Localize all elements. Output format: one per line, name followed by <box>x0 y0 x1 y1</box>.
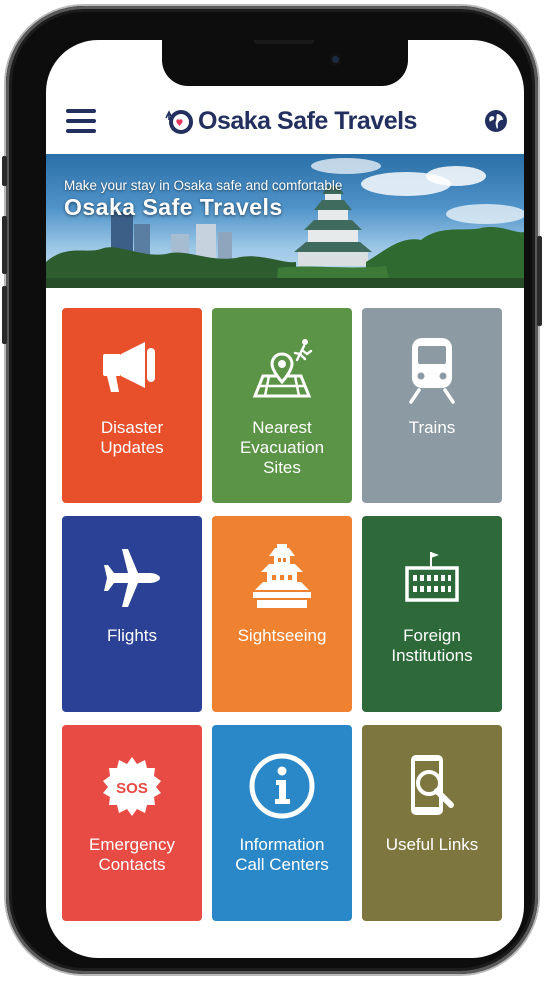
banner-tagline: Make your stay in Osaka safe and comfort… <box>64 178 343 193</box>
osaka-castle-skyline-image <box>46 158 524 288</box>
tile-flights[interactable]: Flights <box>62 516 202 712</box>
tile-label: Trains <box>408 418 456 437</box>
phone-search-icon <box>411 755 454 815</box>
hero-banner: Make your stay in Osaka safe and comfort… <box>46 154 524 288</box>
tile-label: Disaster Updates <box>100 418 164 457</box>
power-button <box>537 236 542 326</box>
tile-trains[interactable]: Trains <box>362 308 502 503</box>
tile-emergency-contacts[interactable]: SOS Emergency Contacts <box>62 725 202 921</box>
app-logo: Osaka Safe Travels <box>163 106 417 136</box>
tile-sightseeing[interactable]: Sightseeing <box>212 516 352 712</box>
hamburger-menu-icon[interactable] <box>66 109 96 133</box>
logo-mark-icon <box>165 110 194 134</box>
tile-label: Emergency Contacts <box>89 835 175 874</box>
volume-down-button <box>2 286 7 344</box>
tile-label: Foreign Institutions <box>391 626 473 665</box>
svg-text:SOS: SOS <box>116 780 148 797</box>
volume-up-button <box>2 216 7 274</box>
megaphone-icon <box>103 342 155 392</box>
app-header: Osaka Safe Travels <box>46 86 524 156</box>
tile-information-call-centers[interactable]: Information Call Centers <box>212 725 352 921</box>
airplane-icon <box>104 549 160 607</box>
menu-grid: Disaster Updates Nearest Evacuation Site… <box>62 308 502 921</box>
tile-label: Nearest Evacuation Sites <box>239 418 325 477</box>
app-title: Osaka Safe Travels <box>198 106 417 135</box>
tile-label: Information Call Centers <box>235 835 329 874</box>
sos-icon: SOS <box>103 757 161 816</box>
tile-label: Useful Links <box>385 835 479 854</box>
globe-icon[interactable] <box>484 109 508 133</box>
phone-frame: Osaka Safe Travels Make your stay in Osa… <box>2 6 542 974</box>
speaker <box>254 40 314 44</box>
banner-title: Osaka Safe Travels <box>64 194 283 220</box>
front-camera <box>330 54 341 65</box>
tile-useful-links[interactable]: Useful Links <box>362 725 502 921</box>
castle-icon <box>253 544 311 608</box>
embassy-icon <box>405 552 459 602</box>
mute-switch <box>2 156 7 186</box>
tile-disaster-updates[interactable]: Disaster Updates <box>62 308 202 503</box>
tile-label: Sightseeing <box>237 626 327 645</box>
tile-label: Flights <box>106 626 158 645</box>
app-screen: Osaka Safe Travels Make your stay in Osa… <box>46 40 524 958</box>
tile-nearest-evacuation-sites[interactable]: Nearest Evacuation Sites <box>212 308 352 503</box>
train-icon <box>409 338 455 404</box>
evacuation-map-icon <box>252 339 313 398</box>
tile-foreign-institutions[interactable]: Foreign Institutions <box>362 516 502 712</box>
notch <box>162 40 408 86</box>
info-icon <box>249 753 315 819</box>
